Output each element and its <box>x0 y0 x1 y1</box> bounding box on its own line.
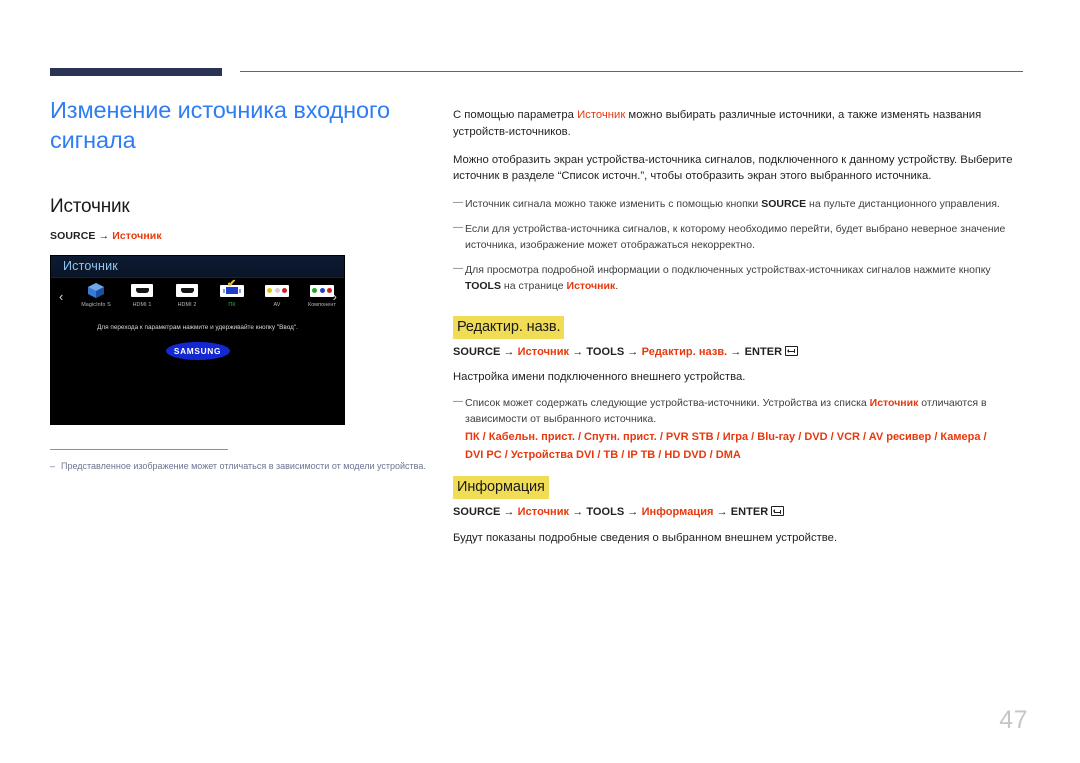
hdmi-icon <box>164 282 210 299</box>
note-dash-icon: — <box>453 196 463 208</box>
tv-source-av[interactable]: AV <box>254 282 300 308</box>
tv-source-hdmi1[interactable]: HDMI 1 <box>119 282 165 308</box>
menu-path-edit-name: SOURCE → Источник → TOOLS → Редактир. на… <box>453 345 1023 358</box>
arrow-icon: → <box>627 345 639 358</box>
note-item: — Источник сигнала можно также изменить … <box>453 196 1023 212</box>
information-description: Будут показаны подробные сведения о выбр… <box>453 531 838 544</box>
path-key-information: Информация <box>641 506 714 519</box>
tv-source-hdmi2[interactable]: HDMI 2 <box>164 282 210 308</box>
magicinfo-icon <box>73 282 119 299</box>
note-item: — Для просмотра подробной информации о п… <box>453 262 1023 294</box>
arrow-icon: → <box>572 506 584 519</box>
path-key-enter: ENTER <box>730 506 769 519</box>
tv-source-label: HDMI 2 <box>177 302 197 308</box>
rca-av-icon <box>254 282 300 299</box>
footnote: – Представленное изображение может отлич… <box>50 459 430 474</box>
path-source-key: SOURCE <box>50 230 96 242</box>
note-dash-icon: — <box>453 262 463 274</box>
intro-1-highlight: Источник <box>577 109 626 122</box>
note-text-a: Источник сигнала можно также изменить с … <box>465 197 762 210</box>
tv-source-label: MagicInfo S <box>81 302 111 308</box>
chevron-left-icon[interactable]: ‹ <box>59 290 63 303</box>
arrow-icon: → <box>730 345 742 358</box>
note-key-bold: TOOLS <box>465 279 501 292</box>
enter-key-icon <box>771 506 785 517</box>
arrow-icon: → <box>503 506 515 519</box>
arrow-icon: → <box>503 345 515 358</box>
intro-1-part-a: С помощью параметра <box>453 109 578 122</box>
edit-name-description: Настройка имени подключенного внешнего у… <box>453 370 746 383</box>
note-body: Для просмотра подробной информации о под… <box>465 262 1023 294</box>
tv-menu-titlebar: Источник <box>51 256 344 278</box>
header-rule-line <box>240 71 1023 72</box>
intro-paragraph-1: С помощью параметра Источник можно выбир… <box>453 107 1023 140</box>
note-text-a: Для просмотра подробной информации о под… <box>465 263 991 276</box>
arrow-icon: → <box>627 506 639 519</box>
path-key-istochnik: Источник <box>517 345 570 358</box>
samsung-logo-text: SAMSUNG <box>173 346 222 356</box>
device-list-line-1: ПК / Кабельн. прист. / Спутн. прист. / P… <box>465 431 987 444</box>
tv-source-label: HDMI 1 <box>132 302 152 308</box>
page-number: 47 <box>999 706 1028 734</box>
path-source-target: Источник <box>112 230 162 242</box>
note-text-b: на странице <box>500 279 567 292</box>
left-column: Изменение источника входного сигнала Ист… <box>50 95 430 474</box>
path-key-tools: TOOLS <box>586 345 625 358</box>
menu-path-source: SOURCE → Источник <box>50 230 430 242</box>
tv-source-label: AV <box>273 302 281 308</box>
hdmi-icon <box>119 282 165 299</box>
header-accent-bar <box>50 68 222 76</box>
menu-path-information: SOURCE → Источник → TOOLS → Информация →… <box>453 506 1023 518</box>
note-dash-icon: — <box>453 396 463 408</box>
tv-hint-text: Для перехода к параметрам нажмите и удер… <box>97 324 298 331</box>
tv-source-menu-screenshot: Источник ‹ › MagicInfo S HDMI 1 HDMI 2 ✔… <box>50 255 345 425</box>
tv-source-label: ПК <box>228 302 236 308</box>
tv-source-strip: ‹ › MagicInfo S HDMI 1 HDMI 2 ✔ ПК AV Ко… <box>51 278 344 323</box>
subsection-heading-information: Информация <box>453 476 549 500</box>
path-key-tools: TOOLS <box>586 506 625 519</box>
note-text-a: Список может содержать следующие устройс… <box>465 397 870 410</box>
arrow-icon: → <box>572 345 584 358</box>
enter-key-icon <box>785 345 799 356</box>
note-dash-icon: — <box>453 221 463 233</box>
tv-source-component[interactable]: Компонент <box>299 282 344 308</box>
tv-menu-title: Источник <box>63 259 118 273</box>
device-list-line-2: DVI PC / Устройства DVI / ТВ / IP ТВ / H… <box>465 449 741 462</box>
note-body: Источник сигнала можно также изменить с … <box>465 196 1023 212</box>
section-title: Источник <box>50 196 130 217</box>
samsung-logo: SAMSUNG <box>165 342 230 360</box>
note-item: — Список может содержать следующие устро… <box>453 395 1023 427</box>
note-body: Список может содержать следующие устройс… <box>465 395 1023 427</box>
subsection-heading-edit-name: Редактир. назв. <box>453 315 565 339</box>
rca-component-icon <box>299 282 344 299</box>
checkmark-icon: ✔ <box>227 278 237 290</box>
document-page: Изменение источника входного сигнала Ист… <box>0 0 1080 763</box>
path-key-enter: ENTER <box>744 345 783 358</box>
path-key-edit-name: Редактир. назв. <box>641 345 728 358</box>
tv-source-pc[interactable]: ✔ ПК <box>209 278 255 308</box>
footnote-text: Представленное изображение может отличат… <box>61 461 426 471</box>
note-highlight: Источник <box>566 279 616 292</box>
page-title: Изменение источника входного сигнала <box>50 97 390 153</box>
path-key-source: SOURCE <box>453 506 501 519</box>
arrow-icon: → <box>716 506 728 519</box>
note-text-b: на пульте дистанционного управления. <box>806 197 1000 210</box>
note-item: — Если для устройства-источника сигналов… <box>453 221 1023 253</box>
tv-source-magicinfo[interactable]: MagicInfo S <box>73 282 119 308</box>
note-text-c: . <box>615 279 619 292</box>
footnote-dash-icon: – <box>50 461 56 471</box>
path-key-source: SOURCE <box>453 345 501 358</box>
tv-source-label: Компонент <box>307 302 337 308</box>
footnote-rule <box>50 449 228 450</box>
arrow-icon: → <box>98 230 110 242</box>
note-body: Если для устройства-источника сигналов, … <box>465 222 1006 251</box>
note-highlight: Источник <box>869 397 919 410</box>
right-column: С помощью параметра Источник можно выбир… <box>453 96 1023 556</box>
intro-paragraph-2: Можно отобразить экран устройства-источн… <box>453 153 1013 183</box>
path-key-istochnik: Источник <box>517 506 570 519</box>
note-key-bold: SOURCE <box>761 197 807 210</box>
